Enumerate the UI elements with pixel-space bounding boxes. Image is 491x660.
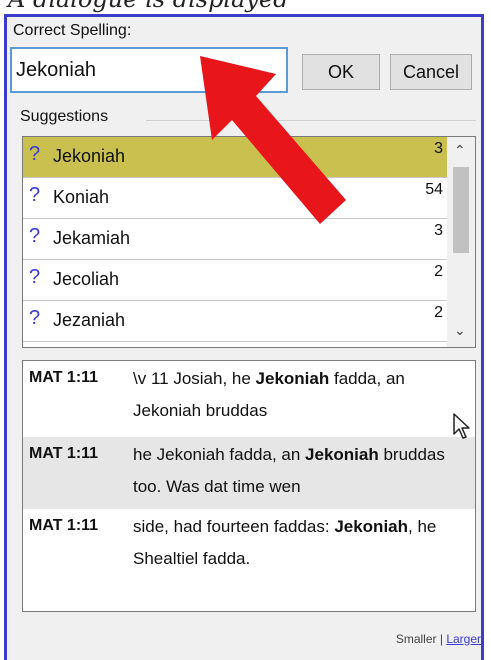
cancel-button[interactable]: Cancel: [390, 54, 472, 90]
suggestion-count: 2: [434, 263, 443, 280]
reference-item[interactable]: MAT 1:11 \v 11 Josiah, he Jekoniah fadda…: [23, 361, 475, 437]
suggestion-word: Jecoliah: [53, 269, 120, 289]
caption: A dialogue is displayed: [8, 0, 488, 14]
suggestion-word: Jekoniah: [53, 146, 126, 166]
font-size-links: Smaller | Larger: [396, 632, 481, 646]
suggestion-word: Koniah: [53, 187, 110, 207]
suggestions-label: Suggestions: [20, 108, 115, 126]
question-icon: ?: [29, 225, 41, 247]
reference-text: side, had fourteen faddas: Jekoniah, he …: [133, 517, 437, 568]
reference-text: he Jekoniah fadda, an Jekoniah bruddas t…: [133, 445, 445, 496]
mouse-pointer-icon: [453, 413, 470, 439]
question-icon: ?: [29, 143, 41, 165]
question-icon: ?: [29, 266, 41, 288]
question-icon: ?: [29, 184, 41, 206]
suggestion-row[interactable]: ? Jecoliah 2: [23, 260, 447, 301]
suggestion-count: 3: [434, 222, 443, 239]
references-list[interactable]: MAT 1:11 \v 11 Josiah, he Jekoniah fadda…: [22, 360, 476, 612]
reference-label: MAT 1:11: [29, 369, 99, 386]
chevron-down-icon[interactable]: ⌄: [454, 323, 466, 339]
smaller-link[interactable]: Smaller: [396, 632, 437, 646]
suggestion-count: 54: [425, 181, 443, 198]
suggestion-count: 3: [434, 140, 443, 157]
larger-link[interactable]: Larger: [446, 632, 481, 646]
red-arrow-annotation: [200, 56, 346, 224]
suggestion-count: 2: [434, 304, 443, 321]
question-icon: ?: [29, 307, 41, 329]
reference-text: \v 11 Josiah, he Jekoniah fadda, an Jeko…: [133, 369, 405, 420]
reference-label: MAT 1:11: [29, 517, 99, 534]
suggestion-row[interactable]: ? Jezaniah 2: [23, 301, 447, 342]
suggestion-word: Jekamiah: [53, 228, 131, 248]
footer-separator: |: [439, 632, 443, 646]
scrollbar-thumb[interactable]: [453, 167, 469, 253]
reference-item[interactable]: MAT 1:11 he Jekoniah fadda, an Jekoniah …: [23, 437, 475, 509]
suggestion-word: Jezaniah: [53, 310, 126, 330]
reference-label: MAT 1:11: [29, 445, 99, 462]
correct-spelling-label: Correct Spelling:: [13, 22, 132, 39]
reference-item[interactable]: MAT 1:11 side, had fourteen faddas: Jeko…: [23, 509, 475, 581]
chevron-up-icon[interactable]: ⌃: [454, 143, 466, 159]
suggestions-scrollbar[interactable]: ⌃ ⌄: [447, 137, 475, 347]
